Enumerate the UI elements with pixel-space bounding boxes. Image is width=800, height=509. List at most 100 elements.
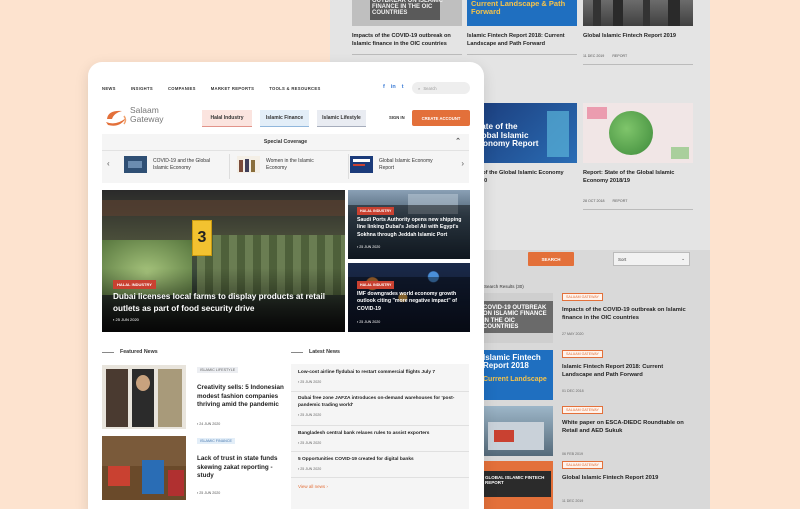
social-links: f in t	[383, 84, 404, 90]
chevron-down-icon: ⌄	[681, 256, 685, 261]
side-story-tag[interactable]: HALAL INDUSTRY	[357, 207, 395, 215]
search-result[interactable]: COVID-19 OUTBREAK ON ISLAMIC FINANCE IN …	[480, 293, 690, 343]
category-islamic-lifestyle[interactable]: Islamic Lifestyle	[317, 110, 366, 127]
create-account-button[interactable]: CREATE ACCOUNT	[412, 110, 470, 126]
hero-date-text: 25 JUN 2020	[115, 317, 139, 322]
special-coverage-item[interactable]: COVID-19 and the Global Islamic Economy	[124, 156, 217, 173]
report-type: REPORT	[612, 199, 628, 204]
report-type: REPORT	[612, 54, 628, 59]
result-date: 11 DEC 2019	[562, 499, 584, 503]
featured-headline[interactable]: Lack of trust in state funds skewing zak…	[197, 455, 285, 481]
report-caption: Islamic Fintech Report 2018: Current Lan…	[467, 33, 565, 48]
latest-news-item[interactable]: Bangladesh central bank relaxes rules to…	[298, 431, 464, 445]
divider	[352, 54, 462, 56]
thumb-text: COVID-19 OUTBREAK ON ISLAMIC FINANCE IN …	[483, 305, 547, 330]
divider	[467, 54, 577, 56]
featured-tag[interactable]: ISLAMIC LIFESTYLE	[197, 367, 239, 373]
result-title: Global Islamic Fintech Report 2019	[562, 475, 659, 481]
hero-story[interactable]: 3 HALAL INDUSTRY Dubai licenses local fa…	[102, 190, 345, 332]
logo-text: Salaam Gateway	[130, 106, 164, 124]
calendar-icon: ▪	[113, 317, 115, 322]
latest-news-heading: Latest News	[291, 349, 340, 355]
side-story[interactable]: HALAL INDUSTRY Saudi Ports Authority ope…	[348, 190, 470, 259]
result-title: White paper on ESCA-DIEDC Roundtable on …	[562, 420, 684, 434]
coverage-thumbnail	[124, 156, 147, 173]
search-button[interactable]: SEARCH	[528, 252, 574, 266]
report-card[interactable]: Current Landscape & Path Forward Islamic…	[467, 0, 577, 56]
side-story-date-text: 25 JUN 2020	[359, 320, 381, 324]
featured-date-text: 25 JUN 2020	[199, 491, 221, 495]
twitter-icon[interactable]: t	[402, 84, 404, 90]
latest-heading-text: Latest News	[309, 349, 340, 355]
search-result[interactable]: SALAAM GATEWAY White paper on ESCA-DIEDC…	[480, 406, 690, 456]
coverage-label: Global Islamic Economy Report	[379, 157, 433, 171]
latest-news-item[interactable]: 5 Opportunities COVID-19 created for dig…	[298, 457, 464, 471]
side-story-headline[interactable]: IMF downgrades world economy growth outl…	[357, 291, 465, 313]
result-date: 27 MAY 2020	[562, 332, 584, 336]
nav-companies[interactable]: COMPANIES	[168, 86, 196, 91]
chevron-right-icon[interactable]: ›	[461, 159, 464, 168]
top-navigation: NEWS INSIGHTS COMPANIES MARKET REPORTS T…	[102, 86, 321, 91]
category-halal-industry[interactable]: Halal Industry	[202, 110, 252, 127]
report-card[interactable]: Global Islamic Fintech Report 2019 11 DE…	[583, 0, 693, 66]
latest-news-item[interactable]: Low-cost airline flydubai to restart com…	[298, 370, 464, 384]
facebook-icon[interactable]: f	[383, 84, 385, 90]
side-story-headline[interactable]: Saudi Ports Authority opens new shipping…	[357, 217, 465, 239]
latest-headline[interactable]: Low-cost airline flydubai to restart com…	[298, 370, 464, 377]
featured-story[interactable]: ISLAMIC LIFESTYLE Creativity sells: 5 In…	[102, 365, 285, 431]
report-card[interactable]: Report: State of the Global Islamic Econ…	[583, 103, 693, 211]
latest-date-text: 25 JUN 2020	[300, 379, 322, 384]
result-title: Islamic Fintech Report 2018: Current Lan…	[562, 364, 664, 378]
search-result[interactable]: GLOBAL ISLAMIC FINTECH REPORT SALAAM GAT…	[480, 461, 690, 509]
result-tag: SALAAM GATEWAY	[562, 350, 603, 358]
linkedin-icon[interactable]: in	[391, 84, 396, 90]
report-thumbnail: OUTBREAK ON ISLAMIC FINANCE IN THE OIC C…	[352, 0, 462, 26]
special-coverage-header[interactable]: Special Coverage ⌃	[102, 134, 469, 151]
featured-story[interactable]: ISLAMIC FINANCE Lack of trust in state f…	[102, 436, 282, 502]
chevron-left-icon[interactable]: ‹	[107, 159, 110, 168]
view-all-news-link[interactable]: View all news ›	[298, 484, 328, 489]
featured-image	[102, 436, 186, 500]
result-thumbnail: COVID-19 OUTBREAK ON ISLAMIC FINANCE IN …	[480, 293, 553, 343]
latest-headline[interactable]: 5 Opportunities COVID-19 created for dig…	[298, 457, 464, 464]
latest-headline[interactable]: Dubai free zone JAFZA introduces on-dema…	[298, 396, 464, 410]
divider	[291, 425, 469, 426]
special-coverage-item[interactable]: Women in the Islamic Economy	[237, 156, 330, 173]
report-caption: Report: State of the Global Islamic Econ…	[583, 170, 675, 185]
featured-headline[interactable]: Creativity sells: 5 Indonesian modest fa…	[197, 384, 285, 410]
category-islamic-finance[interactable]: Islamic Finance	[260, 110, 309, 127]
latest-headline[interactable]: Bangladesh central bank relaxes rules to…	[298, 431, 464, 438]
nav-insights[interactable]: INSIGHTS	[131, 86, 153, 91]
side-story-tag[interactable]: HALAL INDUSTRY	[357, 281, 395, 289]
coverage-thumbnail	[350, 156, 373, 173]
results-count: Search Results (30)	[484, 284, 524, 289]
nav-news[interactable]: NEWS	[102, 86, 116, 91]
latest-date-text: 25 JUN 2020	[300, 412, 322, 417]
result-date: 06 FEB 2019	[562, 452, 583, 456]
special-coverage-title: Special Coverage	[263, 139, 308, 145]
search-input[interactable]: ⌕ Search	[412, 82, 470, 94]
search-result[interactable]: Islamic Fintech Report 2018 Current Land…	[480, 350, 690, 400]
sign-in-link[interactable]: SIGN IN	[389, 115, 405, 120]
logo-line2: Gateway	[130, 113, 164, 124]
featured-tag[interactable]: ISLAMIC FINANCE	[197, 438, 235, 444]
report-card[interactable]: OUTBREAK ON ISLAMIC FINANCE IN THE OIC C…	[352, 0, 462, 56]
chevron-up-icon[interactable]: ⌃	[455, 137, 461, 145]
sort-dropdown[interactable]: Sort ⌄	[613, 252, 690, 266]
featured-image	[102, 365, 186, 429]
price-sign: 3	[192, 220, 212, 256]
latest-date: ▪ 25 JUN 2020	[298, 440, 322, 445]
featured-news-heading: Featured News	[102, 349, 158, 355]
coverage-thumbnail	[237, 156, 260, 173]
nav-market-reports[interactable]: MARKET REPORTS	[211, 86, 255, 91]
latest-date: ▪ 25 JUN 2020	[298, 466, 322, 471]
nav-tools-resources[interactable]: TOOLS & RESOURCES	[269, 86, 320, 91]
hero-headline[interactable]: Dubai licenses local farms to display pr…	[113, 291, 338, 315]
side-story[interactable]: HALAL INDUSTRY IMF downgrades world econ…	[348, 263, 470, 332]
special-coverage-item[interactable]: Global Islamic Economy Report	[350, 156, 443, 173]
latest-news-item[interactable]: Dubai free zone JAFZA introduces on-dema…	[298, 396, 464, 417]
divider	[291, 451, 469, 452]
hero-category-tag[interactable]: HALAL INDUSTRY	[113, 280, 156, 289]
featured-heading-text: Featured News	[120, 349, 158, 355]
result-thumbnail: Islamic Fintech Report 2018 Current Land…	[480, 350, 553, 400]
